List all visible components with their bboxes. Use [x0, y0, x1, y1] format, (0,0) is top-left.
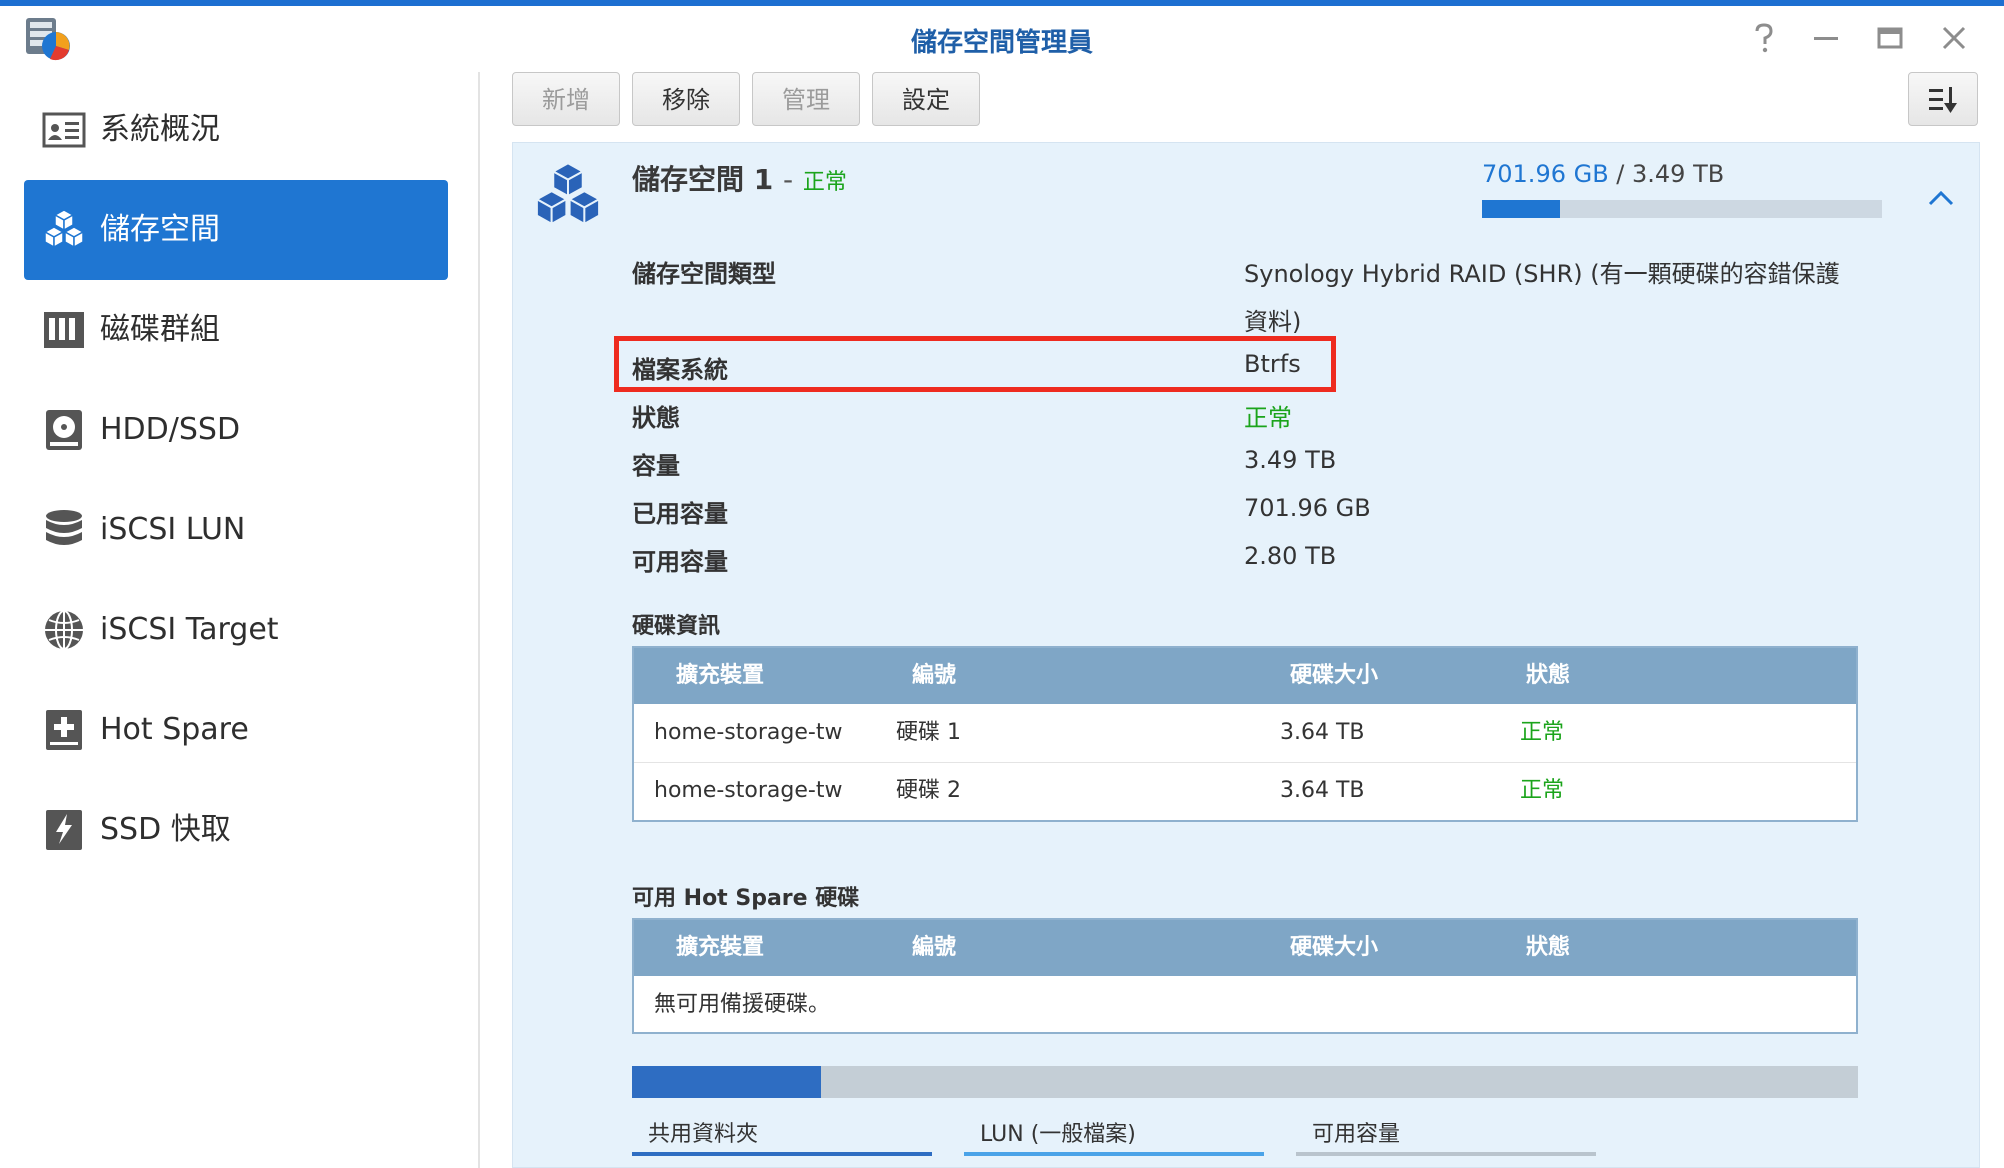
sidebar-item-label: HDD/SSD — [100, 412, 241, 447]
sidebar-divider — [478, 72, 480, 1168]
prop-value-status: 正常 — [1244, 404, 1292, 432]
usage-bar — [1482, 200, 1882, 218]
sidebar-item-label: 磁碟群組 — [100, 312, 220, 347]
globe-icon — [45, 610, 83, 650]
volume-status: 正常 — [802, 170, 847, 195]
sidebar-item-disk-group[interactable]: 磁碟群組 — [24, 280, 448, 380]
legend-lun: LUN (一般檔案) — [980, 1122, 1136, 1147]
prop-value-available: 2.80 TB — [1244, 542, 1337, 570]
database-icon — [46, 510, 82, 545]
hot-spare-table: 擴充裝置 編號 硬碟大小 狀態 無可用備援硬碟。 — [632, 918, 1858, 1034]
sidebar-item-label: 系統概況 — [100, 112, 220, 147]
create-button[interactable]: 新增 — [512, 72, 620, 126]
empty-row: 無可用備援硬碟。 — [634, 976, 1856, 1034]
usage-separator: / — [1608, 160, 1633, 188]
maximize-icon — [1877, 27, 1903, 49]
settings-button[interactable]: 設定 — [872, 72, 980, 126]
cell-status: 正常 — [1520, 720, 1565, 745]
sidebar-item-volume[interactable]: 儲存空間 — [24, 180, 448, 280]
cell-enclosure: home-storage-tw — [654, 720, 843, 745]
title-separator: - — [782, 163, 794, 196]
prop-label-volume-type: 儲存空間類型 — [632, 260, 776, 288]
usage-breakdown-bar — [632, 1066, 1858, 1098]
prop-label-used: 已用容量 — [632, 500, 728, 528]
prop-value-volume-type-cont: 資料) — [1244, 308, 1302, 336]
legend-line-available — [1296, 1152, 1596, 1156]
volume-cubes-icon — [43, 209, 85, 249]
sidebar-item-iscsi-lun[interactable]: iSCSI LUN — [24, 480, 448, 580]
disk-info-title: 硬碟資訊 — [632, 614, 721, 639]
sort-button[interactable] — [1908, 72, 1978, 126]
prop-label-capacity: 容量 — [632, 452, 680, 480]
col-header-size: 硬碟大小 — [1290, 663, 1379, 688]
table-row[interactable]: home-storage-tw 硬碟 2 3.64 TB 正常 — [634, 762, 1856, 820]
cell-number: 硬碟 2 — [896, 778, 961, 803]
sidebar-item-label: SSD 快取 — [100, 812, 231, 847]
sidebar-item-hot-spare[interactable]: Hot Spare — [24, 680, 448, 780]
legend-available: 可用容量 — [1312, 1122, 1401, 1147]
cell-status: 正常 — [1520, 778, 1565, 803]
close-icon — [1942, 26, 1966, 50]
col-header-number: 編號 — [912, 663, 957, 688]
cell-size: 3.64 TB — [1280, 720, 1365, 745]
col-header-size: 硬碟大小 — [1290, 935, 1379, 960]
empty-message: 無可用備援硬碟。 — [654, 992, 831, 1017]
sidebar-item-label: iSCSI LUN — [100, 512, 246, 547]
cell-size: 3.64 TB — [1280, 778, 1365, 803]
cell-enclosure: home-storage-tw — [654, 778, 843, 803]
sort-icon — [1929, 87, 1957, 113]
hot-spare-plus-icon — [46, 710, 82, 750]
maximize-button[interactable] — [1872, 20, 1908, 56]
volume-title: 儲存空間 1 - 正常 — [632, 158, 847, 198]
col-header-status: 狀態 — [1526, 663, 1571, 688]
usage-summary: 701.96 GB / 3.49 TB — [1482, 160, 1724, 188]
hot-spare-title: 可用 Hot Spare 硬碟 — [632, 886, 860, 911]
prop-label-status: 狀態 — [632, 404, 680, 432]
system-overview-icon — [42, 112, 86, 148]
sidebar-item-label: Hot Spare — [100, 712, 249, 747]
remove-button[interactable]: 移除 — [632, 72, 740, 126]
used-capacity: 701.96 GB — [1482, 160, 1609, 188]
volume-name: 儲存空間 1 — [632, 163, 774, 196]
volume-cubes-icon — [534, 162, 602, 226]
usage-bar-fill — [1482, 200, 1561, 218]
minimize-icon — [1814, 37, 1838, 40]
table-row[interactable]: home-storage-tw 硬碟 1 3.64 TB 正常 — [634, 704, 1856, 763]
close-button[interactable] — [1936, 20, 1972, 56]
sidebar-item-ssd-cache[interactable]: SSD 快取 — [24, 780, 448, 880]
prop-value-capacity: 3.49 TB — [1244, 446, 1337, 474]
usage-breakdown-fill-shared — [632, 1066, 821, 1098]
sidebar-item-label: iSCSI Target — [100, 612, 279, 647]
help-button[interactable] — [1746, 20, 1782, 56]
table-header: 擴充裝置 編號 硬碟大小 狀態 — [634, 648, 1856, 704]
prop-value-volume-type: Synology Hybrid RAID (SHR) (有一顆硬碟的容錯保護 — [1244, 260, 1840, 288]
minimize-button[interactable] — [1808, 20, 1844, 56]
window-title: 儲存空間管理員 — [910, 28, 1093, 58]
col-header-enclosure: 擴充裝置 — [676, 663, 765, 688]
sidebar-item-label: 儲存空間 — [100, 212, 220, 247]
legend-shared-folder: 共用資料夾 — [648, 1122, 759, 1147]
total-capacity: 3.49 TB — [1632, 160, 1725, 188]
prop-value-used: 701.96 GB — [1244, 494, 1371, 522]
sidebar-item-hdd-ssd[interactable]: HDD/SSD — [24, 380, 448, 480]
legend-line-shared — [632, 1152, 932, 1156]
sidebar-item-iscsi-target[interactable]: iSCSI Target — [24, 580, 448, 680]
manage-button[interactable]: 管理 — [752, 72, 860, 126]
col-header-number: 編號 — [912, 935, 957, 960]
legend-line-lun — [964, 1152, 1264, 1156]
cell-number: 硬碟 1 — [896, 720, 961, 745]
table-header: 擴充裝置 編號 硬碟大小 狀態 — [634, 920, 1856, 976]
hdd-icon — [46, 410, 82, 450]
sidebar-item-overview[interactable]: 系統概況 — [24, 80, 448, 180]
filesystem-highlight-box — [614, 336, 1336, 392]
disk-info-table: 擴充裝置 編號 硬碟大小 狀態 home-storage-tw 硬碟 1 3.6… — [632, 646, 1858, 822]
chevron-up-icon[interactable] — [1926, 184, 1956, 214]
disk-group-icon — [44, 312, 84, 348]
help-icon — [1755, 23, 1773, 53]
col-header-enclosure: 擴充裝置 — [676, 935, 765, 960]
col-header-status: 狀態 — [1526, 935, 1571, 960]
prop-label-available: 可用容量 — [632, 548, 728, 576]
ssd-cache-lightning-icon — [46, 810, 82, 850]
